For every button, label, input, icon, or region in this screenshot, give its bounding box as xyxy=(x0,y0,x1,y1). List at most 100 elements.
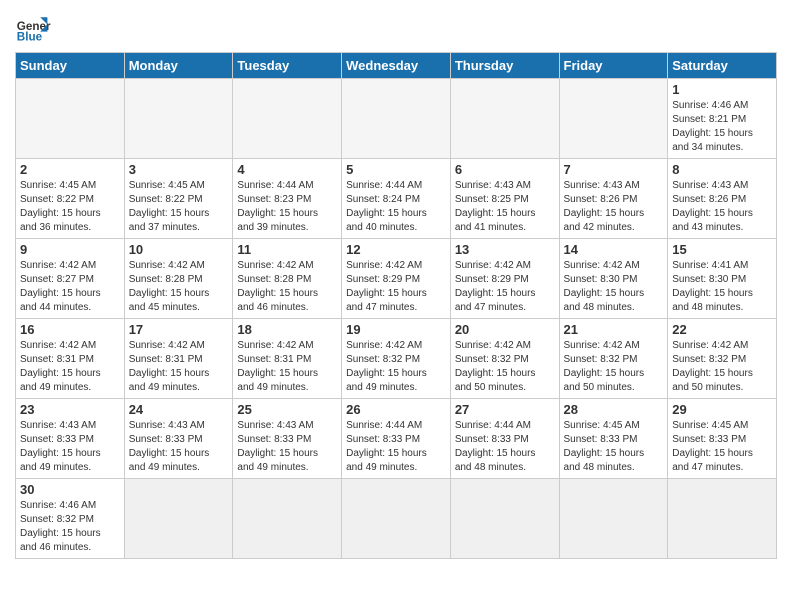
calendar-week-4: 16 Sunrise: 4:42 AM Sunset: 8:31 PM Dayli… xyxy=(16,319,777,399)
day-number: 3 xyxy=(129,162,229,177)
calendar-cell: 5 Sunrise: 4:44 AM Sunset: 8:24 PM Daylig… xyxy=(342,159,451,239)
day-info: Sunrise: 4:42 AM Sunset: 8:32 PM Dayligh… xyxy=(564,339,664,395)
calendar-cell xyxy=(124,79,233,159)
day-number: 9 xyxy=(20,242,120,257)
logo-icon: General Blue xyxy=(15,10,51,46)
day-info: Sunrise: 4:44 AM Sunset: 8:33 PM Dayligh… xyxy=(455,419,555,475)
day-number: 13 xyxy=(455,242,555,257)
day-info: Sunrise: 4:44 AM Sunset: 8:33 PM Dayligh… xyxy=(346,419,446,475)
day-info: Sunrise: 4:43 AM Sunset: 8:25 PM Dayligh… xyxy=(455,179,555,235)
day-info: Sunrise: 4:43 AM Sunset: 8:33 PM Dayligh… xyxy=(237,419,337,475)
col-header-thursday: Thursday xyxy=(450,53,559,79)
calendar-cell: 14 Sunrise: 4:42 AM Sunset: 8:30 PM Dayli… xyxy=(559,239,668,319)
calendar-cell xyxy=(233,79,342,159)
logo: General Blue xyxy=(15,10,51,46)
calendar-cell: 4 Sunrise: 4:44 AM Sunset: 8:23 PM Daylig… xyxy=(233,159,342,239)
calendar-cell xyxy=(233,479,342,559)
calendar-week-5: 23 Sunrise: 4:43 AM Sunset: 8:33 PM Dayli… xyxy=(16,399,777,479)
day-info: Sunrise: 4:42 AM Sunset: 8:27 PM Dayligh… xyxy=(20,259,120,315)
calendar-cell: 21 Sunrise: 4:42 AM Sunset: 8:32 PM Dayli… xyxy=(559,319,668,399)
calendar-cell: 16Sunrise: 4:42 AM Sunset: 8:31 PM Dayli… xyxy=(16,319,125,399)
day-number: 4 xyxy=(237,162,337,177)
day-info: Sunrise: 4:42 AM Sunset: 8:31 PM Dayligh… xyxy=(129,339,229,395)
calendar-cell: 24Sunrise: 4:43 AM Sunset: 8:33 PM Dayli… xyxy=(124,399,233,479)
day-info: Sunrise: 4:42 AM Sunset: 8:29 PM Dayligh… xyxy=(346,259,446,315)
day-number: 23 xyxy=(20,402,120,417)
calendar-cell xyxy=(559,479,668,559)
day-number: 12 xyxy=(346,242,446,257)
calendar-week-1: 1Sunrise: 4:46 AM Sunset: 8:21 PM Daylig… xyxy=(16,79,777,159)
calendar-cell: 9 Sunrise: 4:42 AM Sunset: 8:27 PM Daylig… xyxy=(16,239,125,319)
day-info: Sunrise: 4:45 AM Sunset: 8:33 PM Dayligh… xyxy=(564,419,664,475)
col-header-wednesday: Wednesday xyxy=(342,53,451,79)
day-info: Sunrise: 4:41 AM Sunset: 8:30 PM Dayligh… xyxy=(672,259,772,315)
day-number: 1 xyxy=(672,82,772,97)
calendar-cell: 29 Sunrise: 4:45 AM Sunset: 8:33 PM Dayli… xyxy=(668,399,777,479)
day-number: 16 xyxy=(20,322,120,337)
col-header-monday: Monday xyxy=(124,53,233,79)
calendar-cell xyxy=(342,79,451,159)
day-info: Sunrise: 4:45 AM Sunset: 8:22 PM Dayligh… xyxy=(129,179,229,235)
day-info: Sunrise: 4:42 AM Sunset: 8:30 PM Dayligh… xyxy=(564,259,664,315)
day-number: 19 xyxy=(346,322,446,337)
day-info: Sunrise: 4:45 AM Sunset: 8:22 PM Dayligh… xyxy=(20,179,120,235)
calendar-week-3: 9 Sunrise: 4:42 AM Sunset: 8:27 PM Daylig… xyxy=(16,239,777,319)
day-number: 18 xyxy=(237,322,337,337)
day-number: 6 xyxy=(455,162,555,177)
day-info: Sunrise: 4:43 AM Sunset: 8:33 PM Dayligh… xyxy=(20,419,120,475)
day-number: 25 xyxy=(237,402,337,417)
day-info: Sunrise: 4:42 AM Sunset: 8:32 PM Dayligh… xyxy=(672,339,772,395)
day-info: Sunrise: 4:43 AM Sunset: 8:33 PM Dayligh… xyxy=(129,419,229,475)
day-number: 5 xyxy=(346,162,446,177)
col-header-sunday: Sunday xyxy=(16,53,125,79)
calendar-cell: 23 Sunrise: 4:43 AM Sunset: 8:33 PM Dayli… xyxy=(16,399,125,479)
calendar-table: SundayMondayTuesdayWednesdayThursdayFrid… xyxy=(15,52,777,559)
day-info: Sunrise: 4:45 AM Sunset: 8:33 PM Dayligh… xyxy=(672,419,772,475)
day-number: 26 xyxy=(346,402,446,417)
calendar-week-6: 30 Sunrise: 4:46 AM Sunset: 8:32 PM Dayli… xyxy=(16,479,777,559)
calendar-cell: 25 Sunrise: 4:43 AM Sunset: 8:33 PM Dayli… xyxy=(233,399,342,479)
day-number: 20 xyxy=(455,322,555,337)
day-number: 10 xyxy=(129,242,229,257)
day-info: Sunrise: 4:43 AM Sunset: 8:26 PM Dayligh… xyxy=(564,179,664,235)
day-number: 21 xyxy=(564,322,664,337)
day-number: 14 xyxy=(564,242,664,257)
calendar-cell: 8Sunrise: 4:43 AM Sunset: 8:26 PM Daylig… xyxy=(668,159,777,239)
day-info: Sunrise: 4:43 AM Sunset: 8:26 PM Dayligh… xyxy=(672,179,772,235)
calendar-cell xyxy=(450,79,559,159)
day-number: 11 xyxy=(237,242,337,257)
calendar-cell: 13 Sunrise: 4:42 AM Sunset: 8:29 PM Dayli… xyxy=(450,239,559,319)
day-info: Sunrise: 4:42 AM Sunset: 8:28 PM Dayligh… xyxy=(237,259,337,315)
calendar-cell: 18Sunrise: 4:42 AM Sunset: 8:31 PM Dayli… xyxy=(233,319,342,399)
day-info: Sunrise: 4:42 AM Sunset: 8:28 PM Dayligh… xyxy=(129,259,229,315)
calendar-cell: 28Sunrise: 4:45 AM Sunset: 8:33 PM Dayli… xyxy=(559,399,668,479)
day-number: 30 xyxy=(20,482,120,497)
calendar-cell: 15 Sunrise: 4:41 AM Sunset: 8:30 PM Dayli… xyxy=(668,239,777,319)
day-number: 17 xyxy=(129,322,229,337)
day-number: 15 xyxy=(672,242,772,257)
col-header-saturday: Saturday xyxy=(668,53,777,79)
day-info: Sunrise: 4:46 AM Sunset: 8:32 PM Dayligh… xyxy=(20,499,120,555)
calendar-week-2: 2Sunrise: 4:45 AM Sunset: 8:22 PM Daylig… xyxy=(16,159,777,239)
day-info: Sunrise: 4:42 AM Sunset: 8:32 PM Dayligh… xyxy=(346,339,446,395)
calendar-cell: 27Sunrise: 4:44 AM Sunset: 8:33 PM Dayli… xyxy=(450,399,559,479)
calendar-cell xyxy=(124,479,233,559)
calendar-cell: 6 Sunrise: 4:43 AM Sunset: 8:25 PM Daylig… xyxy=(450,159,559,239)
col-header-tuesday: Tuesday xyxy=(233,53,342,79)
day-info: Sunrise: 4:44 AM Sunset: 8:23 PM Dayligh… xyxy=(237,179,337,235)
calendar-header-row: SundayMondayTuesdayWednesdayThursdayFrid… xyxy=(16,53,777,79)
calendar-cell: 26 Sunrise: 4:44 AM Sunset: 8:33 PM Dayli… xyxy=(342,399,451,479)
calendar-cell: 10 Sunrise: 4:42 AM Sunset: 8:28 PM Dayli… xyxy=(124,239,233,319)
calendar-cell xyxy=(450,479,559,559)
svg-text:Blue: Blue xyxy=(17,31,43,44)
calendar-cell: 19 Sunrise: 4:42 AM Sunset: 8:32 PM Dayli… xyxy=(342,319,451,399)
calendar-cell xyxy=(668,479,777,559)
day-info: Sunrise: 4:44 AM Sunset: 8:24 PM Dayligh… xyxy=(346,179,446,235)
day-number: 22 xyxy=(672,322,772,337)
calendar-cell: 2Sunrise: 4:45 AM Sunset: 8:22 PM Daylig… xyxy=(16,159,125,239)
calendar-cell xyxy=(559,79,668,159)
day-number: 29 xyxy=(672,402,772,417)
calendar-cell: 12 Sunrise: 4:42 AM Sunset: 8:29 PM Dayli… xyxy=(342,239,451,319)
day-info: Sunrise: 4:42 AM Sunset: 8:29 PM Dayligh… xyxy=(455,259,555,315)
calendar-cell: 1Sunrise: 4:46 AM Sunset: 8:21 PM Daylig… xyxy=(668,79,777,159)
